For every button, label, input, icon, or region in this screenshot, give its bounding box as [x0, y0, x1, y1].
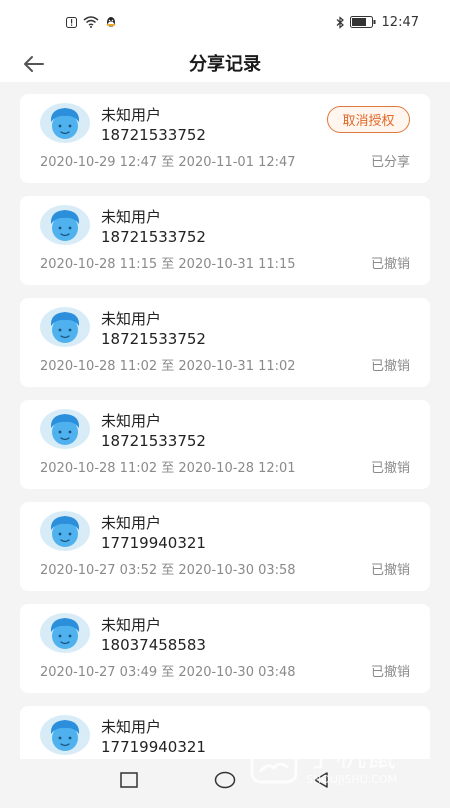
user-avatar-icon — [40, 307, 90, 347]
alert-icon — [66, 16, 77, 28]
user-name: 未知用户 — [101, 412, 162, 430]
avatar — [40, 103, 90, 143]
user-name: 未知用户 — [101, 106, 162, 124]
time-range: 2020-10-28 11:15 至 2020-10-31 11:15 — [40, 257, 296, 272]
user-phone: 18721533752 — [101, 126, 206, 144]
share-record-card[interactable]: 未知用户 18037458583 2020-10-27 03:49 至 2020… — [20, 604, 430, 693]
user-avatar-icon — [40, 715, 90, 755]
share-status: 已撤销 — [370, 665, 410, 680]
user-phone: 18721533752 — [101, 432, 206, 450]
share-record-list: 未知用户 18721533752 取消授权 2020-10-29 12:47 至… — [20, 94, 430, 808]
bluetooth-icon — [336, 15, 344, 29]
user-avatar-icon — [40, 103, 90, 143]
user-avatar-icon — [40, 511, 90, 551]
recent-apps-icon — [120, 772, 138, 788]
arrow-left-icon — [24, 56, 44, 72]
user-phone: 18037458583 — [101, 636, 206, 654]
page-title: 分享记录 — [189, 54, 261, 75]
user-phone: 18721533752 — [101, 228, 206, 246]
watermark-text: 手机鼠 — [306, 739, 396, 774]
user-phone: 17719940321 — [101, 534, 206, 552]
time-range: 2020-10-27 03:49 至 2020-10-30 03:48 — [40, 665, 296, 680]
status-left-icons — [66, 16, 117, 29]
watermark: 手机鼠 SHOUJISHU.COM — [250, 728, 438, 788]
share-record-card[interactable]: 未知用户 18721533752 2020-10-28 11:02 至 2020… — [20, 298, 430, 387]
revoke-authorization-button[interactable]: 取消授权 — [327, 106, 410, 133]
user-name: 未知用户 — [101, 514, 162, 532]
avatar — [40, 715, 90, 755]
user-name: 未知用户 — [101, 616, 162, 634]
time-range: 2020-10-28 11:02 至 2020-10-28 12:01 — [40, 461, 296, 476]
user-phone: 17719940321 — [101, 738, 206, 756]
avatar — [40, 511, 90, 551]
avatar — [40, 613, 90, 653]
back-button[interactable] — [20, 50, 48, 78]
user-name: 未知用户 — [101, 718, 162, 736]
user-avatar-icon — [40, 613, 90, 653]
time-range: 2020-10-27 03:52 至 2020-10-30 03:58 — [40, 563, 296, 578]
time-range: 2020-10-29 12:47 至 2020-11-01 12:47 — [40, 155, 296, 170]
share-status: 已撤销 — [370, 563, 410, 578]
user-phone: 18721533752 — [101, 330, 206, 348]
user-avatar-icon — [40, 409, 90, 449]
recent-apps-button[interactable] — [118, 769, 140, 791]
share-record-card[interactable]: 未知用户 18721533752 取消授权 2020-10-29 12:47 至… — [20, 94, 430, 183]
app-header: 分享记录 — [0, 44, 450, 82]
user-name: 未知用户 — [101, 208, 162, 226]
home-button[interactable] — [214, 769, 236, 791]
avatar — [40, 409, 90, 449]
share-status: 已撤销 — [370, 257, 410, 272]
watermark-subtext: SHOUJISHU.COM — [306, 773, 397, 786]
time-range: 2020-10-28 11:02 至 2020-10-31 11:02 — [40, 359, 296, 374]
share-status: 已撤销 — [370, 461, 410, 476]
qq-icon — [105, 16, 117, 29]
avatar — [40, 205, 90, 245]
share-status: 已分享 — [370, 155, 410, 170]
user-avatar-icon — [40, 205, 90, 245]
share-record-card[interactable]: 未知用户 18721533752 2020-10-28 11:15 至 2020… — [20, 196, 430, 285]
share-status: 已撤销 — [370, 359, 410, 374]
share-record-card[interactable]: 未知用户 17719940321 2020-10-27 03:52 至 2020… — [20, 502, 430, 591]
status-right-icons: 12:47 — [336, 15, 419, 30]
share-record-card[interactable]: 未知用户 18721533752 2020-10-28 11:02 至 2020… — [20, 400, 430, 489]
home-icon — [214, 771, 236, 789]
status-bar: 12:47 — [0, 0, 450, 44]
status-time: 12:47 — [381, 14, 419, 30]
user-name: 未知用户 — [101, 310, 162, 328]
avatar — [40, 307, 90, 347]
battery-icon — [349, 16, 376, 28]
wifi-icon — [83, 16, 99, 28]
watermark-logo: 手机鼠 SHOUJISHU.COM — [250, 730, 397, 786]
